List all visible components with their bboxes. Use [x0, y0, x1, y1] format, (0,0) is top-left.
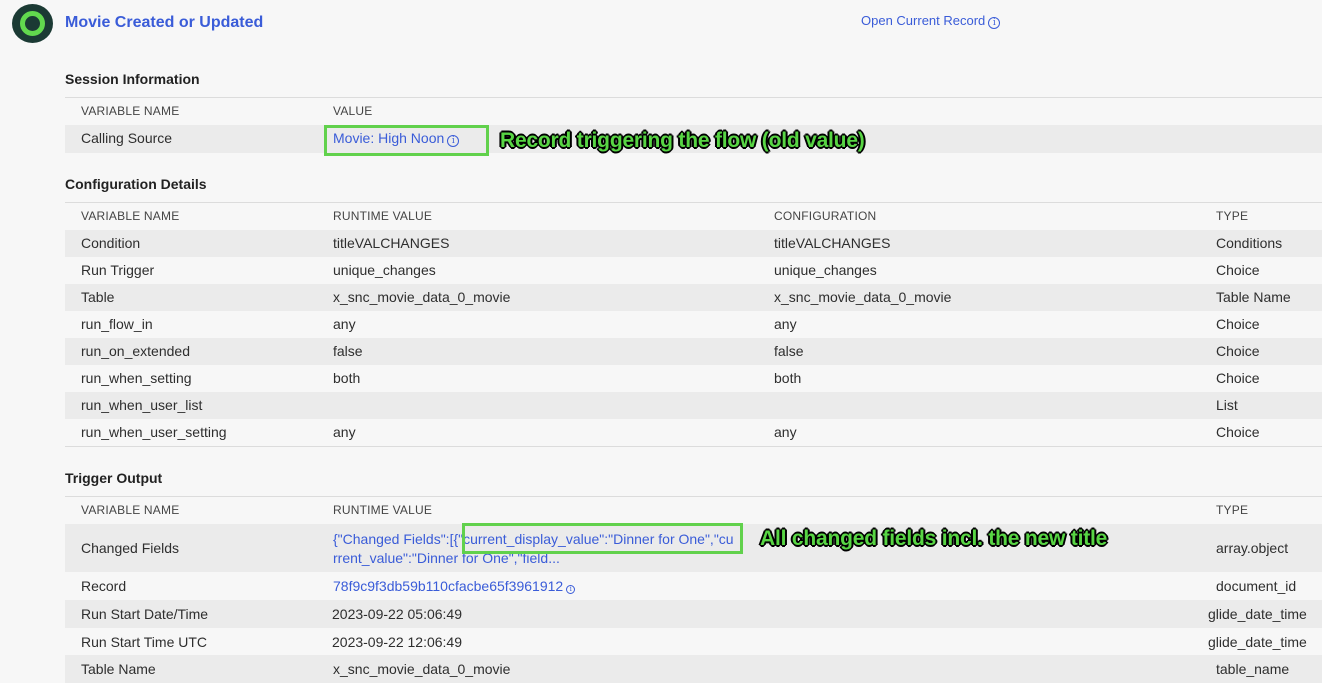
row-runtime: x_snc_movie_data_0_movie	[333, 289, 511, 305]
row-config: false	[774, 343, 804, 359]
row-runtime: false	[333, 343, 363, 359]
row-type: glide_date_time	[1208, 634, 1307, 650]
changed-fields-text: {"Changed Fields":[{	[333, 531, 459, 547]
row-config: any	[774, 316, 797, 332]
row-name: Table	[81, 289, 115, 305]
col-configuration: CONFIGURATION	[774, 209, 877, 223]
divider	[65, 202, 1322, 203]
row-type: Conditions	[1216, 235, 1283, 251]
row-config: any	[774, 424, 797, 440]
col-variable-name: VARIABLE NAME	[81, 503, 180, 517]
row-runtime: both	[333, 370, 361, 386]
table-row: run_when_user_setting any any Choice	[65, 419, 1322, 446]
info-icon: i	[566, 585, 576, 594]
table-row: Table Name x_snc_movie_data_0_movie tabl…	[65, 655, 1322, 683]
col-variable-name: VARIABLE NAME	[81, 209, 180, 223]
divider	[65, 97, 1322, 98]
row-type: document_id	[1216, 578, 1297, 594]
row-type: Table Name	[1216, 289, 1291, 305]
config-section-title: Configuration Details	[65, 176, 207, 192]
divider	[65, 496, 1322, 497]
row-name: run_when_setting	[81, 370, 192, 386]
row-runtime: unique_changes	[333, 262, 436, 278]
row-type: glide_date_time	[1208, 606, 1307, 622]
highlight-box-changed-fields	[462, 523, 743, 554]
row-runtime: titleVALCHANGES	[333, 235, 450, 251]
col-runtime-value: RUNTIME VALUE	[333, 209, 433, 223]
row-runtime: 2023-09-22 05:06:49	[332, 606, 462, 622]
col-value: VALUE	[333, 104, 373, 118]
row-type: array.object	[1216, 540, 1289, 556]
trigger-section-title: Trigger Output	[65, 470, 163, 486]
table-row: Run Start Time UTC 2023-09-22 12:06:49 g…	[65, 628, 1322, 655]
trigger-table-header: VARIABLE NAME RUNTIME VALUE TYPE	[65, 503, 1322, 523]
table-row: run_on_extended false false Choice	[65, 338, 1322, 365]
config-table-header: VARIABLE NAME RUNTIME VALUE CONFIGURATIO…	[65, 209, 1322, 229]
row-type: Choice	[1216, 262, 1260, 278]
table-row: run_when_setting both both Choice	[65, 365, 1322, 392]
row-name: Calling Source	[81, 130, 173, 146]
record-id: 78f9c9f3db59b110cfacbe65f3961912	[333, 578, 564, 594]
row-name: Record	[81, 578, 127, 594]
col-type: TYPE	[1216, 503, 1249, 517]
row-type: Choice	[1216, 343, 1260, 359]
row-config: titleVALCHANGES	[774, 235, 891, 251]
row-runtime: x_snc_movie_data_0_movie	[333, 661, 511, 677]
row-config: x_snc_movie_data_0_movie	[774, 289, 952, 305]
col-variable-name: VARIABLE NAME	[81, 104, 180, 118]
open-current-record-link[interactable]: Open Current Record i	[861, 13, 1001, 29]
session-section-title: Session Information	[65, 71, 200, 87]
row-runtime: any	[333, 424, 356, 440]
row-type: table_name	[1216, 661, 1290, 677]
table-row: run_when_user_list List	[65, 392, 1322, 419]
row-name: run_when_user_list	[81, 397, 203, 413]
row-type: Choice	[1216, 316, 1260, 332]
table-row: Record 78f9c9f3db59b110cfacbe65f3961912 i…	[65, 572, 1322, 600]
flow-title[interactable]: Movie Created or Updated	[65, 14, 263, 32]
divider	[65, 446, 1322, 447]
row-name: Table Name	[81, 661, 156, 677]
logo-ring-icon	[20, 11, 45, 36]
col-runtime-value: RUNTIME VALUE	[333, 503, 433, 517]
row-type: Choice	[1216, 424, 1260, 440]
table-row: Table x_snc_movie_data_0_movie x_snc_mov…	[65, 284, 1322, 311]
row-name: Run Start Date/Time	[81, 606, 209, 622]
table-row: Condition titleVALCHANGES titleVALCHANGE…	[65, 230, 1322, 257]
row-name: Run Trigger	[81, 262, 155, 278]
row-type: List	[1216, 397, 1238, 413]
row-config: unique_changes	[774, 262, 877, 278]
row-runtime: 2023-09-22 12:06:49	[332, 634, 462, 650]
highlight-box-calling-source	[324, 125, 489, 156]
row-name: run_flow_in	[81, 316, 153, 332]
row-name: Run Start Time UTC	[81, 634, 208, 650]
annotation-changed-fields: All changed fields incl. the new title	[760, 527, 1108, 550]
record-link[interactable]: 78f9c9f3db59b110cfacbe65f3961912 i	[333, 578, 576, 594]
row-type: Choice	[1216, 370, 1260, 386]
session-table-header: VARIABLE NAME VALUE	[65, 104, 1322, 124]
table-row: Run Start Date/Time 2023-09-22 05:06:49 …	[65, 600, 1322, 628]
row-name: Changed Fields	[81, 540, 180, 556]
row-name: run_when_user_setting	[81, 424, 227, 440]
table-row: run_flow_in any any Choice	[65, 311, 1322, 338]
col-type: TYPE	[1216, 209, 1249, 223]
row-name: Condition	[81, 235, 141, 251]
table-row: Run Trigger unique_changes unique_change…	[65, 257, 1322, 284]
row-name: run_on_extended	[81, 343, 190, 359]
row-runtime: any	[333, 316, 356, 332]
annotation-calling-source: Record triggering the flow (old value)	[500, 129, 865, 152]
info-icon: i	[988, 17, 1001, 29]
app-logo	[12, 4, 53, 43]
open-current-record-label: Open Current Record	[861, 13, 986, 28]
row-config: both	[774, 370, 802, 386]
